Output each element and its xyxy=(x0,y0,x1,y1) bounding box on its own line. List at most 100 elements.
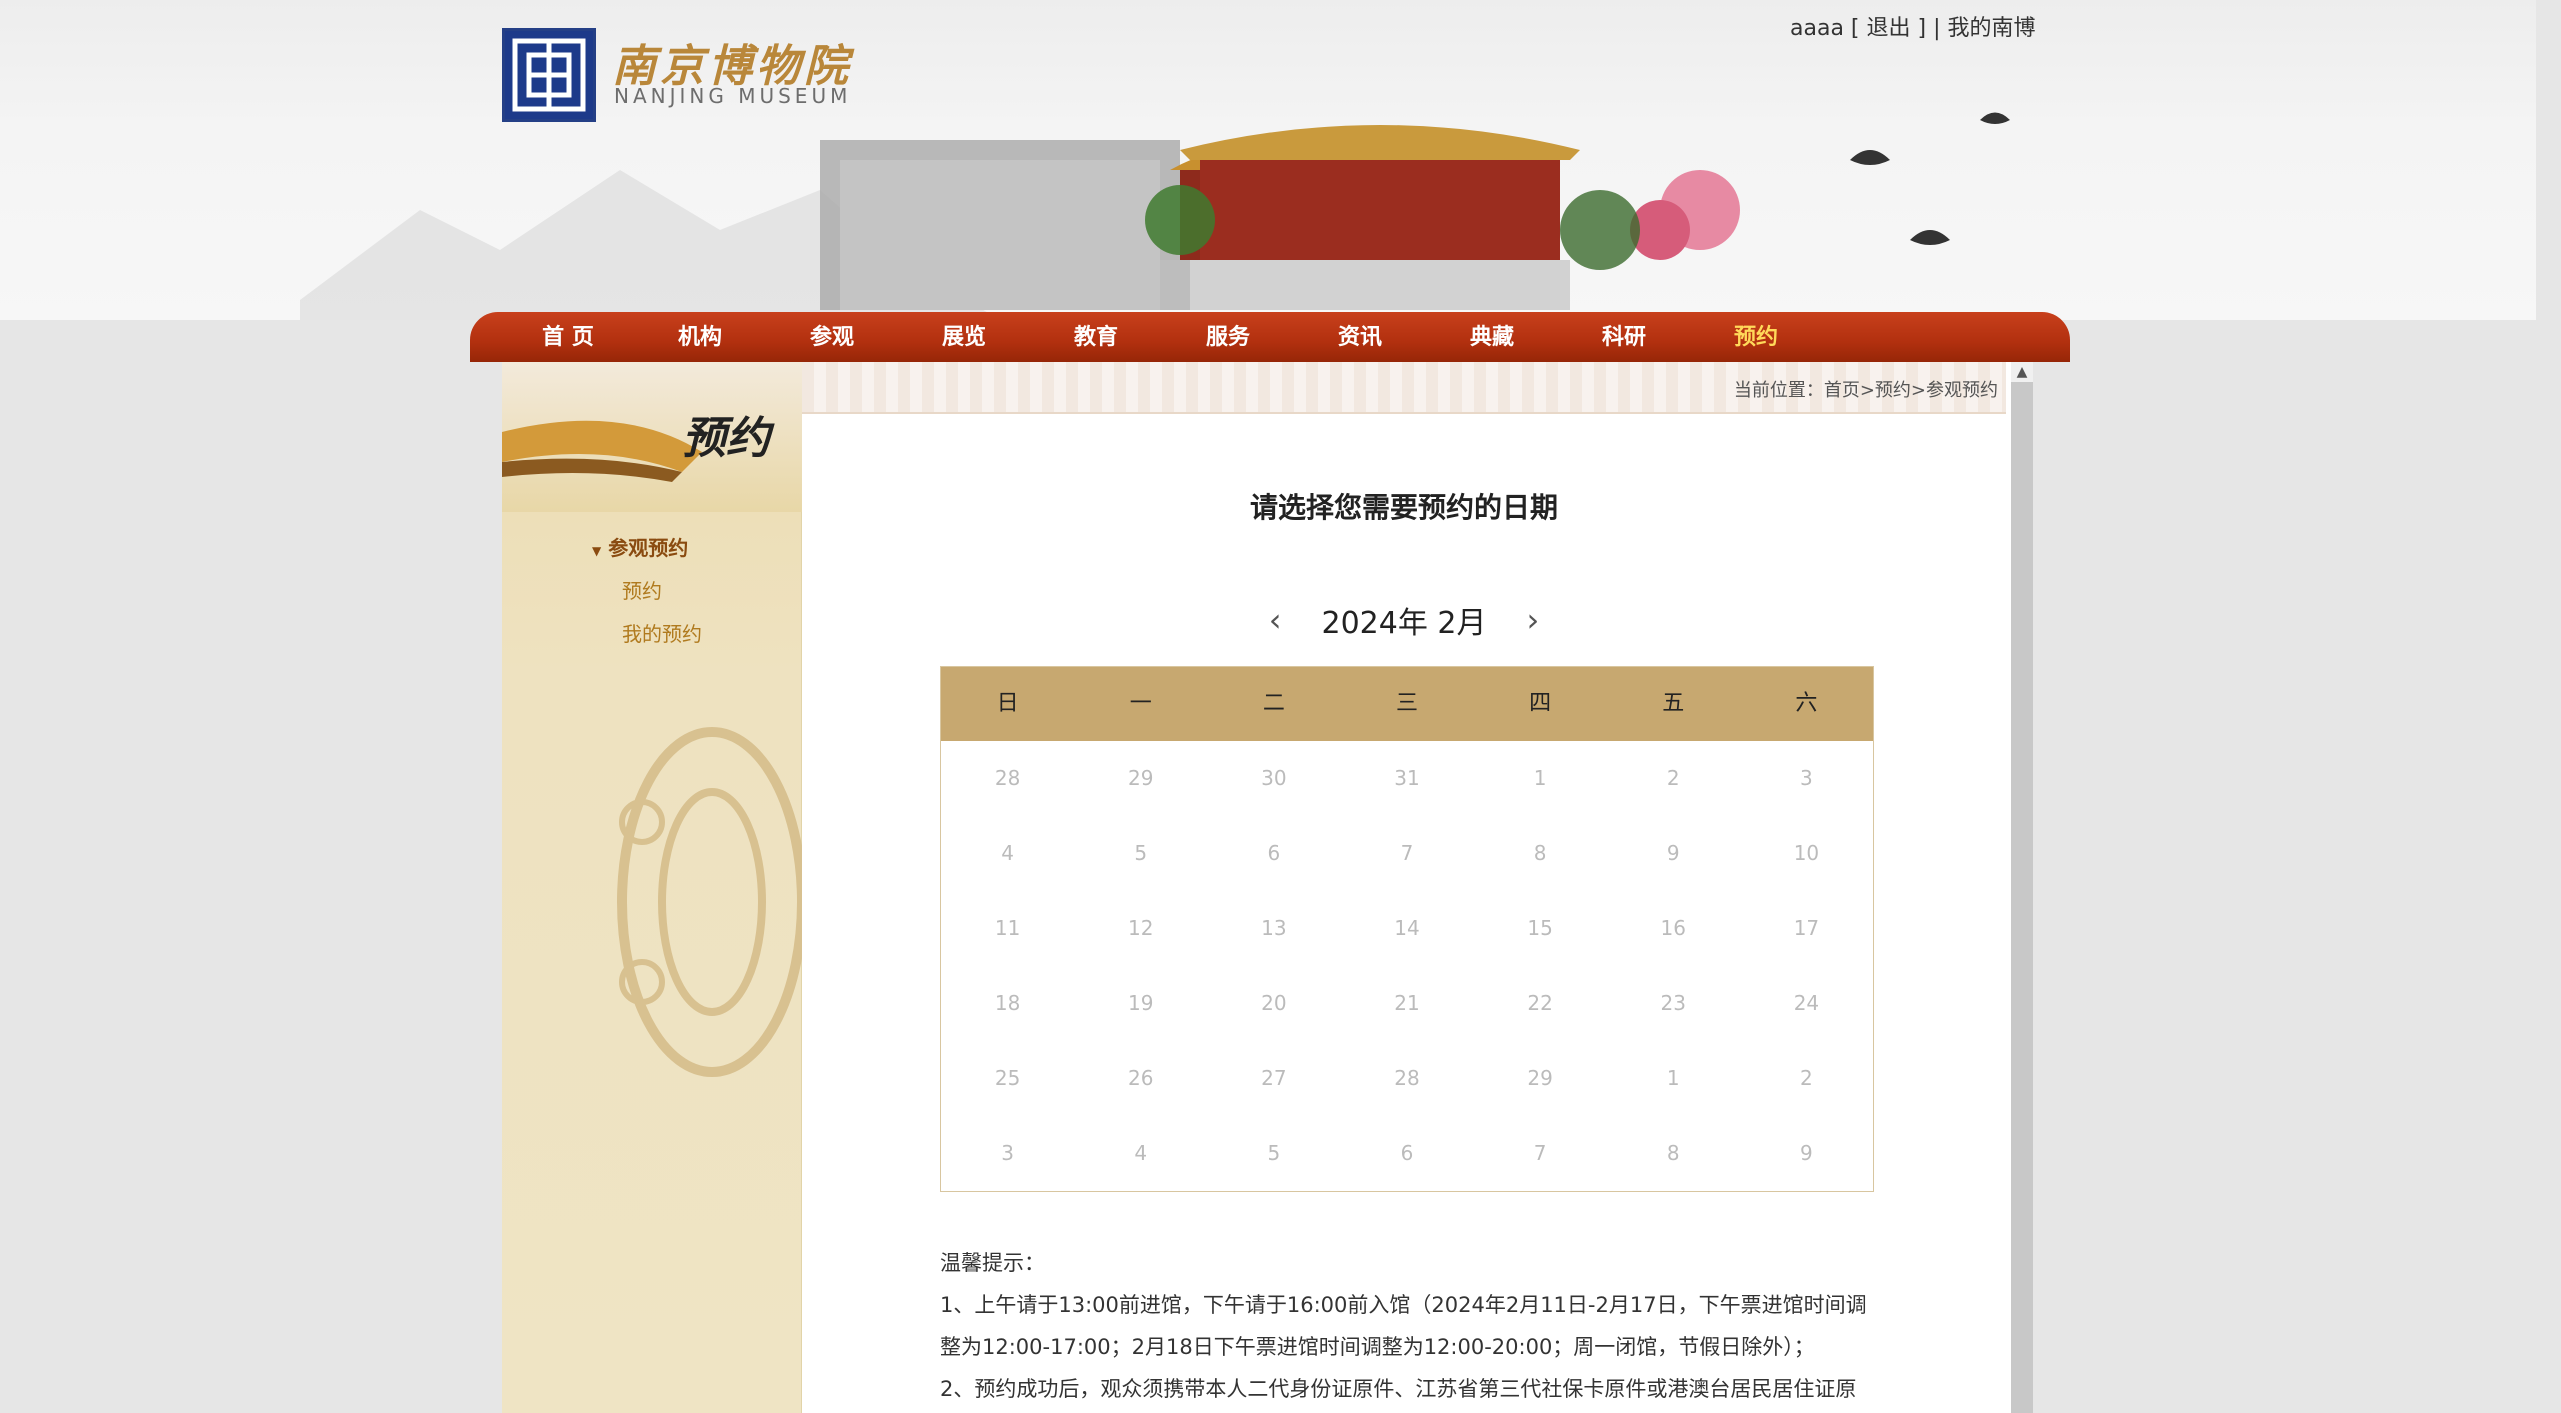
nav-item-reservation[interactable]: 预约 xyxy=(1690,314,1822,362)
notice-title: 温馨提示： xyxy=(940,1251,1045,1275)
weekday-mon: 一 xyxy=(1129,691,1152,716)
nav-item-news[interactable]: 资讯 xyxy=(1294,314,1426,362)
nav-item-research[interactable]: 科研 xyxy=(1558,314,1690,362)
bracket-open: [ xyxy=(1843,16,1867,41)
main-nav: 首 页 机构 参观 展览 教育 服务 资讯 典藏 科研 预约 xyxy=(502,314,2038,362)
nav-item-home[interactable]: 首 页 xyxy=(502,314,634,362)
reservation-calendar: 日 一 二 三 四 五 六 28 29 30 31 1 2 3 4 5 6 7 8 9 10 11 12 13 1… xyxy=(940,666,1874,1192)
month-navigator: ‹ 2024年 2月 › xyxy=(802,598,2006,642)
my-museum-link[interactable]: 我的南博 xyxy=(1948,16,2036,41)
calendar-day-cell: 7 xyxy=(1400,841,1414,865)
notice-line-1: 1、上午请于13:00前进馆，下午请于16:00前入馆（2024年2月11日-2… xyxy=(940,1293,1867,1359)
calendar-day-cell: 13 xyxy=(1261,916,1287,940)
museum-logo-icon[interactable] xyxy=(502,28,596,122)
calendar-day-cell: 21 xyxy=(1394,991,1420,1015)
calendar-day-cell: 28 xyxy=(994,766,1021,790)
triangle-down-icon: ▼ xyxy=(592,544,602,558)
calendar-day-cell: 8 xyxy=(1666,1141,1680,1165)
calendar-day-cell: 20 xyxy=(1261,991,1287,1015)
sidebar-title: 预约 xyxy=(682,413,770,464)
weekday-wed: 三 xyxy=(1395,691,1418,716)
bracket-close: ] | xyxy=(1910,16,1948,41)
calendar-day-cell: 8 xyxy=(1533,841,1547,865)
sidebar-group-label: 参观预约 xyxy=(608,536,689,560)
nav-item-education[interactable]: 教育 xyxy=(1030,314,1162,362)
weekday-tue: 二 xyxy=(1262,691,1285,716)
calendar-week-row: 18 19 20 21 22 23 24 xyxy=(941,966,1873,1041)
prev-month-button[interactable]: ‹ xyxy=(1269,601,1282,639)
scrollbar[interactable]: ▲ xyxy=(2011,362,2033,1413)
sidebar-item-my-reservations[interactable]: 我的预约 xyxy=(622,618,702,647)
decorative-pattern-icon xyxy=(617,727,802,1077)
breadcrumb-bar: 当前位置：首页>预约>参观预约 xyxy=(802,362,2006,414)
notice-section: 温馨提示： 1、上午请于13:00前进馆，下午请于16:00前入馆（2024年2… xyxy=(940,1242,1880,1410)
sidebar: 预约 ▼ 参观预约 预约 我的预约 xyxy=(502,362,802,1413)
notice-line-2: 2、预约成功后，观众须携带本人二代身份证原件、江苏省第三代社保卡原件或港澳台居民… xyxy=(940,1377,1857,1401)
sidebar-banner: 预约 xyxy=(502,362,802,512)
top-user-links: aaaa [ 退出 ] | 我的南博 xyxy=(1790,10,2036,42)
calendar-body: 28 29 30 31 1 2 3 4 5 6 7 8 9 10 11 12 13 14 15 16 17 18 19 20 2… xyxy=(941,741,1873,1191)
sidebar-menu: ▼ 参观预约 预约 我的预约 xyxy=(592,532,702,661)
nav-item-collection[interactable]: 典藏 xyxy=(1426,314,1558,362)
calendar-day-cell: 1 xyxy=(1666,1066,1680,1090)
calendar-day-cell: 30 xyxy=(1261,766,1287,790)
calendar-day-cell: 29 xyxy=(1127,766,1154,790)
calendar-week-row: 4 5 6 7 8 9 10 xyxy=(941,816,1873,891)
username: aaaa xyxy=(1790,16,1844,41)
nav-item-visit[interactable]: 参观 xyxy=(766,314,898,362)
calendar-week-row: 25 26 27 28 29 1 2 xyxy=(941,1041,1873,1116)
calendar-day-cell: 5 xyxy=(1134,841,1148,865)
calendar-day-cell: 27 xyxy=(1261,1066,1287,1090)
calendar-day-cell: 2 xyxy=(1800,1066,1813,1090)
weekday-sat: 六 xyxy=(1795,691,1818,716)
site-header: 南京博物院 NANJING MUSEUM aaaa [ 退出 ] | 我的南博 xyxy=(0,0,2536,320)
weekday-thu: 四 xyxy=(1529,691,1552,716)
calendar-day-cell: 14 xyxy=(1394,916,1420,940)
calendar-weekday-header: 日 一 二 三 四 五 六 xyxy=(941,667,1873,741)
calendar-day-cell: 15 xyxy=(1527,916,1553,940)
calendar-day-cell: 17 xyxy=(1793,916,1820,940)
calendar-day-cell: 12 xyxy=(1127,916,1154,940)
calendar-day-cell: 31 xyxy=(1394,766,1420,790)
nav-item-exhibition[interactable]: 展览 xyxy=(898,314,1030,362)
nav-item-service[interactable]: 服务 xyxy=(1162,314,1294,362)
calendar-day-cell: 3 xyxy=(1001,1141,1014,1165)
calendar-day-cell: 23 xyxy=(1660,991,1686,1015)
calendar-day-cell: 7 xyxy=(1533,1141,1547,1165)
museum-name-en: NANJING MUSEUM xyxy=(614,84,852,108)
calendar-day-cell: 16 xyxy=(1660,916,1686,940)
calendar-week-row: 3 4 5 6 7 8 9 xyxy=(941,1116,1873,1191)
weekday-fri: 五 xyxy=(1662,691,1685,716)
calendar-day-cell: 4 xyxy=(1001,841,1014,865)
calendar-day-cell: 9 xyxy=(1800,1141,1813,1165)
calendar-day-cell: 6 xyxy=(1267,841,1281,865)
calendar-day-cell: 1 xyxy=(1533,766,1547,790)
calendar-day-cell: 5 xyxy=(1267,1141,1281,1165)
nav-item-organization[interactable]: 机构 xyxy=(634,314,766,362)
calendar-day-cell: 3 xyxy=(1800,766,1813,790)
calendar-day-cell: 29 xyxy=(1527,1066,1553,1090)
calendar-day-cell: 9 xyxy=(1666,841,1680,865)
logout-link[interactable]: 退出 xyxy=(1867,16,1911,41)
calendar-day-cell: 19 xyxy=(1127,991,1154,1015)
sidebar-group-visit-reservation[interactable]: ▼ 参观预约 xyxy=(592,532,702,561)
calendar-day-cell: 26 xyxy=(1127,1066,1154,1090)
page-title: 请选择您需要预约的日期 xyxy=(1249,491,1558,524)
weekday-sun: 日 xyxy=(996,691,1019,716)
next-month-button[interactable]: › xyxy=(1526,601,1539,639)
calendar-day-cell: 4 xyxy=(1134,1141,1148,1165)
calendar-day-cell: 22 xyxy=(1527,991,1553,1015)
scroll-up-arrow-icon[interactable]: ▲ xyxy=(2011,362,2033,382)
calendar-day-cell: 11 xyxy=(994,916,1021,940)
sidebar-item-reserve[interactable]: 预约 xyxy=(622,575,702,604)
calendar-day-cell: 28 xyxy=(1394,1066,1420,1090)
calendar-day-cell: 25 xyxy=(994,1066,1021,1090)
calendar-day-cell: 24 xyxy=(1793,991,1820,1015)
calendar-day-cell: 6 xyxy=(1400,1141,1414,1165)
calendar-day-cell: 10 xyxy=(1793,841,1820,865)
calendar-week-row: 11 12 13 14 15 16 17 xyxy=(941,891,1873,966)
breadcrumb: 当前位置：首页>预约>参观预约 xyxy=(1733,380,1998,401)
month-label: 2024年 2月 xyxy=(1321,606,1487,641)
calendar-week-row: 28 29 30 31 1 2 3 xyxy=(941,741,1873,816)
calendar-day-cell: 18 xyxy=(994,991,1021,1015)
